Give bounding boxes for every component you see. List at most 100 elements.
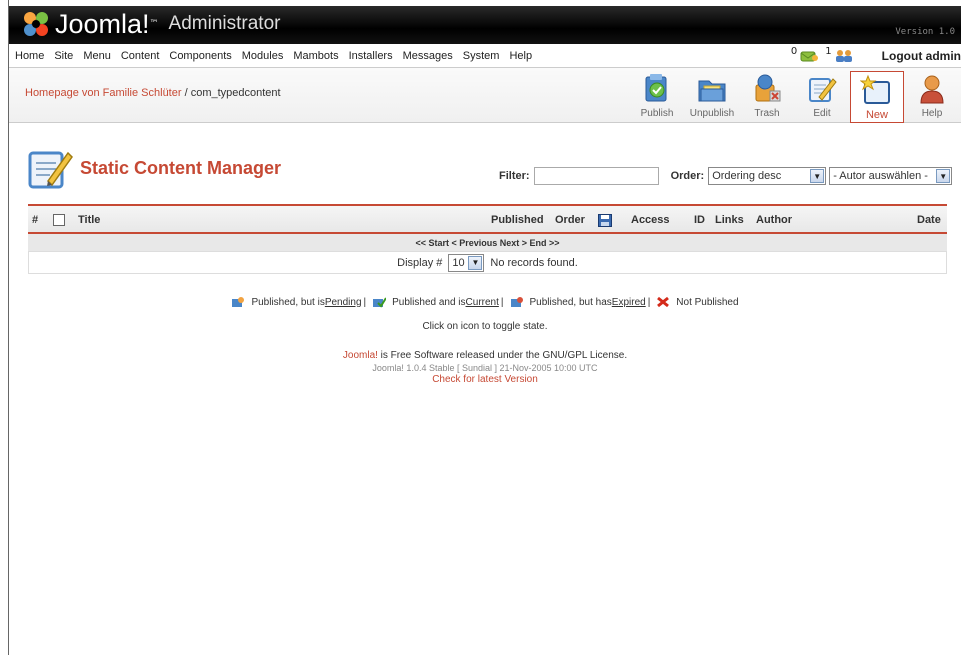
messages-count: 0 [790, 45, 798, 57]
col-links: Links [715, 214, 744, 226]
filter-input[interactable] [533, 167, 659, 185]
col-num: # [32, 214, 39, 226]
menu-item-messages[interactable]: Messages [403, 50, 453, 62]
legend-expired: Published, but has Expired [510, 296, 646, 308]
unpublish-icon [698, 80, 726, 102]
col-title[interactable]: Title [78, 214, 100, 226]
page-footer: Joomla! is Free Software released under … [9, 350, 961, 386]
legend-expired-link[interactable]: Expired [612, 297, 646, 308]
new-button[interactable]: New [850, 71, 904, 123]
joomla-logo[interactable]: Joomla! ™ Administrator [21, 10, 280, 38]
col-id: ID [694, 214, 705, 226]
legend-current-link[interactable]: Current [466, 297, 499, 308]
menu-item-help[interactable]: Help [509, 50, 532, 62]
toggle-hint: Click on icon to toggle state. [422, 321, 548, 332]
expired-icon [510, 297, 523, 307]
pending-icon [232, 297, 245, 307]
status-legend: Published, but is Pending | Published an… [9, 296, 961, 308]
license-text: is Free Software released under the GNU/… [377, 350, 628, 361]
messages-icon[interactable] [799, 49, 819, 63]
col-date: Date [917, 214, 941, 226]
table-header: # Title Published Order Access ID Links … [28, 204, 947, 234]
not-published-icon [657, 296, 670, 308]
new-icon [860, 74, 890, 104]
legend-not-published: Not Published [656, 296, 739, 308]
joomla-logo-icon [21, 10, 51, 38]
legend-separator: | [363, 296, 367, 308]
order-label: Order: [670, 170, 705, 182]
col-author: Author [756, 214, 793, 226]
breadcrumb-separator: / [181, 87, 191, 99]
breadcrumb-site[interactable]: Homepage von Familie Schlüter [25, 87, 182, 99]
menu-item-components[interactable]: Components [169, 50, 231, 62]
header-bar: Joomla! ™ Administrator Version 1.0 [9, 6, 961, 44]
chevron-down-icon[interactable]: ▼ [468, 255, 483, 270]
users-count: 1 [825, 45, 832, 57]
unpublish-button[interactable]: Unpublish [685, 71, 739, 123]
author-select-value: - Autor auswählen - [833, 170, 928, 182]
publish-label: Publish [640, 108, 674, 119]
breadcrumb-component: com_typedcontent [190, 87, 281, 99]
edit-button[interactable]: Edit [795, 71, 849, 123]
logo-trademark: ™ [149, 19, 159, 29]
legend-current: Published and is Current [372, 296, 499, 308]
legend-separator: | [500, 296, 504, 308]
legend-expired-text: Published, but has [529, 296, 612, 308]
menu-item-mambots[interactable]: Mambots [293, 50, 338, 62]
menu-item-modules[interactable]: Modules [242, 50, 284, 62]
trash-button[interactable]: Trash [740, 71, 794, 123]
col-published: Published [491, 214, 544, 226]
online-users-icon[interactable] [834, 49, 852, 63]
menu-item-content[interactable]: Content [121, 50, 160, 62]
display-limit-value: 10 [452, 256, 465, 269]
menu-item-menu[interactable]: Menu [83, 50, 111, 62]
logout-link[interactable]: Logout admin [882, 49, 961, 63]
select-all-checkbox[interactable] [53, 214, 65, 226]
menu-item-installers[interactable]: Installers [349, 50, 393, 62]
new-label: New [865, 109, 888, 121]
legend-not-published-text: Not Published [676, 296, 739, 308]
static-content-icon [28, 151, 73, 189]
action-toolbar: Publish Unpublish Trash Edit New Help [629, 71, 959, 123]
legend-pending: Published, but is Pending [231, 296, 362, 308]
menubar-status: 0 1 Logout admin [791, 44, 961, 68]
legend-pending-link[interactable]: Pending [325, 297, 362, 308]
display-limit-select[interactable]: 10 ▼ [448, 253, 485, 272]
help-icon [920, 75, 944, 104]
filter-bar: Filter: Order: Ordering desc ▼ - Autor a… [499, 167, 953, 185]
menu-item-system[interactable]: System [463, 50, 500, 62]
help-button[interactable]: Help [905, 71, 959, 123]
display-label: Display # [397, 256, 443, 269]
logo-text: Joomla! [55, 9, 150, 39]
current-icon [373, 297, 387, 308]
admin-page: Joomla! ™ Administrator Version 1.0 Home… [9, 6, 961, 655]
chevron-down-icon[interactable]: ▼ [936, 169, 951, 183]
joomla-link[interactable]: Joomla! [343, 350, 378, 361]
col-access: Access [631, 214, 670, 226]
publish-icon [645, 74, 667, 102]
col-order: Order [555, 214, 585, 226]
content-table: # Title Published Order Access ID Links … [28, 204, 947, 274]
edit-icon [809, 78, 837, 102]
order-select-value: Ordering desc [712, 170, 782, 182]
help-label: Help [921, 108, 943, 119]
page-title: Static Content Manager [80, 157, 282, 178]
legend-separator: | [647, 296, 651, 308]
menu-list: Home Site Menu Content Components Module… [9, 50, 542, 62]
legend-current-text: Published and is [392, 296, 466, 308]
no-records-text: No records found. [490, 256, 578, 269]
check-version-link[interactable]: Check for latest Version [9, 374, 961, 386]
unpublish-label: Unpublish [689, 108, 735, 119]
save-order-icon[interactable] [598, 214, 612, 227]
breadcrumb: Homepage von Familie Schlüter / com_type… [25, 87, 281, 99]
author-select[interactable]: - Autor auswählen - ▼ [829, 167, 953, 185]
menu-item-home[interactable]: Home [15, 50, 44, 62]
edit-label: Edit [813, 108, 831, 119]
filter-label: Filter: [499, 170, 530, 182]
admin-title: Administrator [168, 13, 281, 34]
menu-item-site[interactable]: Site [54, 50, 73, 62]
publish-button[interactable]: Publish [630, 71, 684, 123]
order-select[interactable]: Ordering desc ▼ [708, 167, 827, 185]
chevron-down-icon[interactable]: ▼ [810, 169, 825, 183]
pagination-links[interactable]: << Start < Previous Next > End >> [28, 234, 947, 252]
